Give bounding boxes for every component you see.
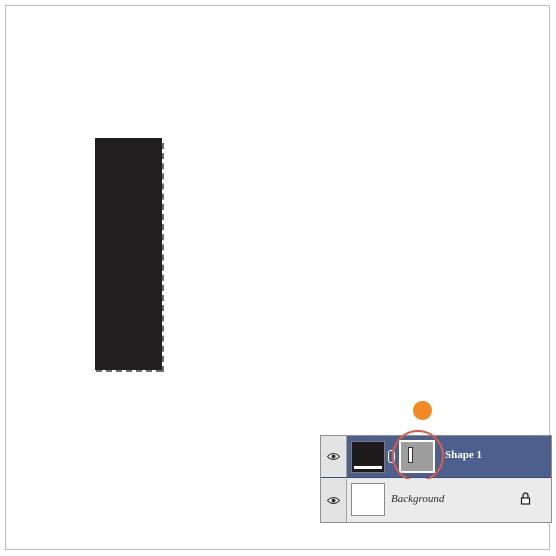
layer-row-background[interactable]: Background bbox=[321, 479, 551, 522]
thumbnail-strip bbox=[354, 466, 382, 469]
layers-panel: Shape 1 Background bbox=[320, 430, 552, 523]
eye-icon bbox=[327, 497, 340, 504]
shape-path-outline-bottom bbox=[96, 369, 162, 372]
vector-mask-thumbnail[interactable] bbox=[392, 430, 444, 482]
step-marker-badge bbox=[413, 401, 432, 420]
shape-path-outline bbox=[158, 143, 164, 372]
layer-thumbnail[interactable] bbox=[351, 441, 385, 473]
layer-row-shape-1[interactable]: Shape 1 bbox=[321, 430, 551, 482]
eye-icon bbox=[327, 453, 340, 460]
layer-thumbnail[interactable] bbox=[351, 483, 385, 516]
visibility-toggle[interactable] bbox=[321, 436, 347, 477]
visibility-toggle[interactable] bbox=[321, 479, 347, 522]
layer-name[interactable]: Background bbox=[391, 493, 444, 505]
shape-rectangle[interactable] bbox=[95, 138, 162, 370]
layer-name[interactable]: Shape 1 bbox=[445, 449, 482, 461]
lock-icon bbox=[520, 492, 531, 505]
highlight-circle bbox=[392, 430, 444, 482]
